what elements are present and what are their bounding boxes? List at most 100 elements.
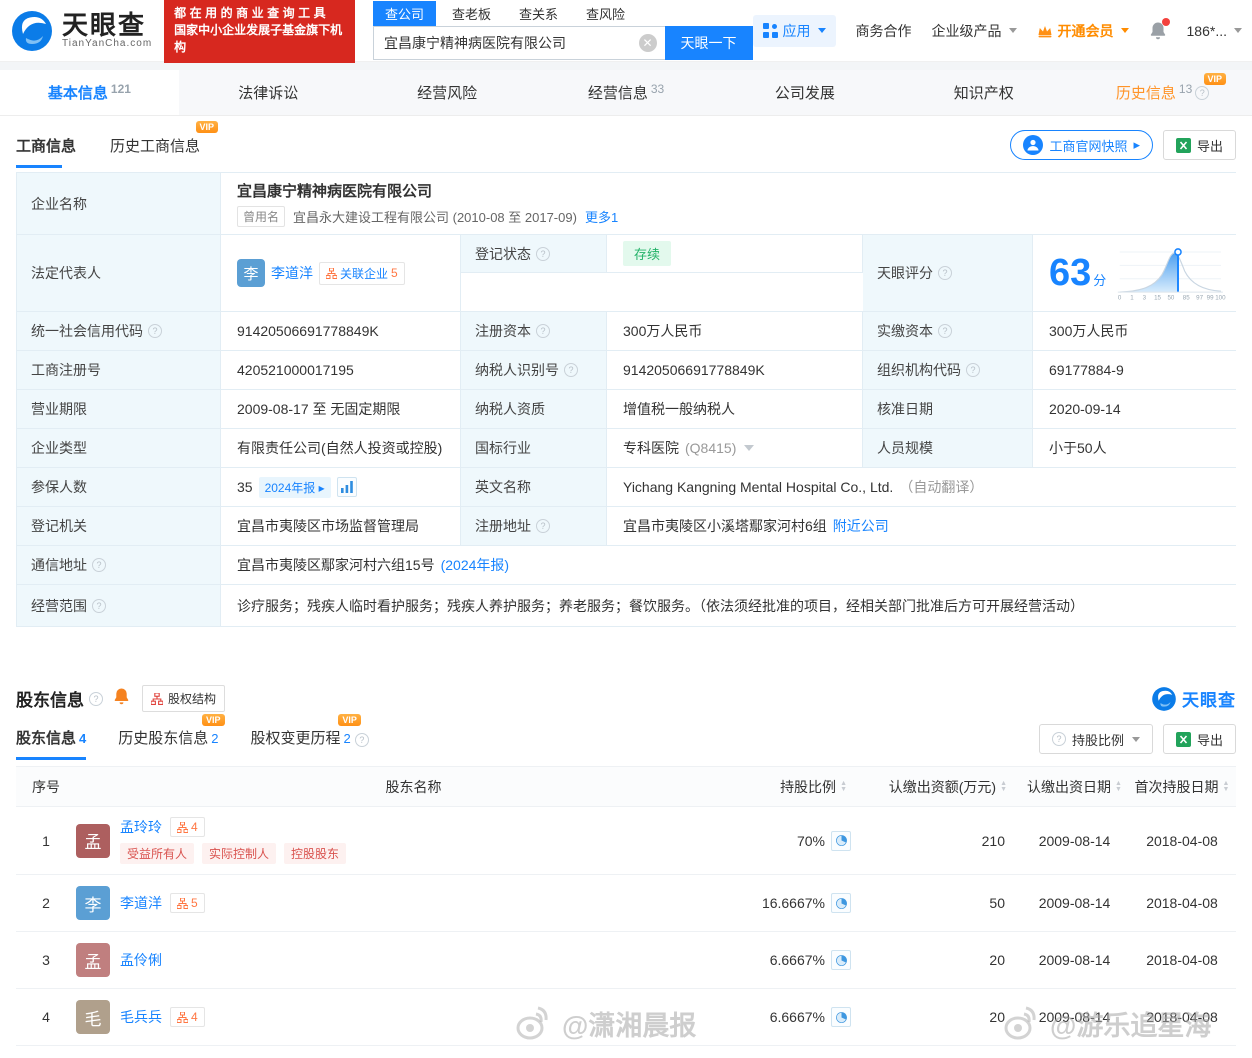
score-value: 63 — [1049, 252, 1092, 294]
related-badge[interactable]: 4 — [170, 817, 205, 837]
staff-size-value: 小于50人 — [1033, 429, 1237, 467]
legal-rep-name[interactable]: 李道洋 — [271, 263, 313, 283]
svg-text:99: 99 — [1207, 295, 1214, 302]
tianyancha-logo[interactable]: 天眼查 TianYanCha.com — [10, 9, 152, 53]
shareholder-avatar[interactable]: 孟 — [76, 823, 110, 858]
search-tab-risk[interactable]: 查风险 — [574, 1, 637, 26]
shareholder-table-header: 序号 股东名称 持股比例 ▲ ▼ 认缴出资额(万元) ▲ ▼ 认缴出资日期 ▲ ▼ 首次持股… — [16, 767, 1236, 807]
help-icon[interactable]: ? — [89, 691, 103, 706]
svg-text:3: 3 — [1143, 295, 1147, 302]
nav-cooperation[interactable]: 商务合作 — [856, 21, 912, 41]
help-icon[interactable]: ? — [1195, 85, 1210, 100]
shareholder-name[interactable]: 毛兵兵 — [120, 1007, 162, 1027]
shareholder-avatar[interactable]: 毛 — [76, 1000, 110, 1034]
pie-chart-icon[interactable] — [831, 893, 851, 913]
tag-beneficial-owner: 受益所有人 — [120, 843, 195, 864]
help-icon[interactable]: ? — [536, 324, 550, 338]
official-snapshot-button[interactable]: 工商官网快照 ▸ — [1010, 130, 1153, 160]
insured-count-label: 参保人数 — [17, 468, 221, 506]
help-icon[interactable]: ? — [536, 519, 550, 533]
search-button[interactable]: 天眼一下 — [664, 26, 753, 60]
separator — [0, 62, 1252, 70]
shareholder-name[interactable]: 孟伶俐 — [120, 950, 162, 970]
tab-intellectual-property[interactable]: 知识产权 — [894, 70, 1073, 115]
subscribed-amount: 50 — [989, 895, 1005, 911]
user-account[interactable]: 186*... — [1187, 23, 1242, 39]
mailing-address-value: 宜昌市夷陵区鄢家河村六组15号 — [237, 557, 435, 573]
related-badge[interactable]: 4 — [170, 1007, 205, 1027]
help-icon[interactable]: ? — [354, 733, 369, 747]
export-button[interactable]: 导出 — [1162, 724, 1236, 754]
tab-basic-info[interactable]: 基本信息 121 — [0, 70, 179, 115]
pie-chart-icon[interactable] — [831, 950, 851, 970]
sort-icon: ▲ ▼ — [1000, 779, 1007, 793]
legal-rep-cell: 李 李道洋 关联企业 5 — [221, 235, 461, 311]
search-tab-relation[interactable]: 查关系 — [507, 1, 570, 26]
reg-status-cell: 存续 — [607, 235, 863, 273]
nav-enterprise[interactable]: 企业级产品 — [932, 21, 1017, 41]
chevron-down-icon[interactable] — [744, 445, 755, 451]
monitor-bell-icon[interactable] — [113, 687, 130, 710]
pie-chart-icon[interactable] — [831, 1007, 851, 1027]
annual-report-link[interactable]: (2024年报) — [441, 555, 509, 575]
subtab-history-shareholders[interactable]: VIP 历史股东信息 2 — [118, 714, 225, 760]
col-first-holding-date[interactable]: 首次持股日期 ▲ ▼ — [1128, 777, 1236, 797]
col-subscribed-amount[interactable]: 认缴出资额(万元) ▲ ▼ — [861, 777, 1021, 797]
nav-apps[interactable]: 应用 — [752, 14, 836, 47]
help-icon[interactable]: ? — [966, 363, 980, 377]
tianyancha-logo-icon — [12, 10, 52, 51]
tab-history-info[interactable]: VIP 历史信息 13 ? — [1073, 70, 1252, 115]
nearby-companies-link[interactable]: 附近公司 — [833, 516, 889, 536]
help-icon[interactable]: ? — [938, 324, 952, 338]
holding-ratio-button[interactable]: ? 持股比例 — [1038, 724, 1153, 754]
related-companies-badge[interactable]: 关联企业 5 — [319, 261, 405, 285]
pie-chart-icon[interactable] — [831, 830, 851, 851]
more-link[interactable]: 更多1 — [585, 207, 618, 226]
search-tabs: 查公司 查老板 查关系 查风险 — [372, 1, 753, 26]
help-icon[interactable]: ? — [92, 598, 106, 613]
subtab-shareholders[interactable]: 股东信息 4 — [16, 727, 87, 760]
subtab-business-info[interactable]: 工商信息 — [16, 135, 76, 168]
tab-legal-proceedings[interactable]: 法律诉讼 — [179, 70, 358, 115]
tab-operation-info[interactable]: 经营信息 33 — [537, 70, 716, 115]
equity-structure-button[interactable]: 股权结构 — [142, 685, 226, 712]
subscribed-amount: 20 — [989, 1009, 1005, 1025]
trend-chart-icon[interactable] — [336, 477, 357, 497]
holding-ratio: 16.6667% — [761, 895, 825, 911]
registration-authority-value: 宜昌市夷陵区市场监督管理局 — [221, 507, 461, 545]
search-tab-boss[interactable]: 查老板 — [440, 1, 503, 26]
business-term-label: 营业期限 — [17, 390, 221, 428]
legal-rep-avatar[interactable]: 李 — [237, 259, 265, 287]
help-icon[interactable]: ? — [938, 266, 952, 280]
help-icon[interactable]: ? — [148, 324, 162, 338]
clear-icon[interactable]: ✕ — [638, 34, 657, 52]
tag-actual-controller: 实际控制人 — [202, 843, 277, 864]
annual-report-pill[interactable]: 2024年报 ▸ — [258, 476, 331, 498]
shareholder-name[interactable]: 李道洋 — [120, 893, 162, 913]
tab-company-development[interactable]: 公司发展 — [715, 70, 894, 115]
help-icon[interactable]: ? — [536, 246, 550, 261]
search-tab-company[interactable]: 查公司 — [372, 1, 436, 26]
company-tab-bar: 基本信息 121 法律诉讼 经营风险 经营信息 33 公司发展 知识产权 VIP 历… — [0, 70, 1252, 116]
subtab-equity-change-history[interactable]: VIP 股权变更历程 2 ? — [251, 714, 369, 760]
notification-bell[interactable] — [1149, 18, 1170, 40]
subscribed-date: 2009-08-14 — [1038, 1009, 1111, 1025]
export-button[interactable]: 导出 — [1162, 130, 1236, 160]
col-subscribed-date[interactable]: 认缴出资日期 ▲ ▼ — [1021, 777, 1128, 797]
subtab-history-business-info[interactable]: VIP 历史工商信息 — [110, 121, 219, 168]
staff-size-label: 人员规模 — [863, 429, 1033, 467]
notification-dot — [1161, 18, 1170, 26]
shareholder-avatar[interactable]: 李 — [76, 886, 110, 920]
registered-address-value: 宜昌市夷陵区小溪塔鄢家河村6组 — [623, 518, 827, 534]
nav-open-vip[interactable]: 开通会员 — [1037, 21, 1129, 41]
help-icon[interactable]: ? — [564, 363, 578, 377]
insured-count-cell: 35 2024年报 ▸ — [221, 468, 461, 506]
shareholder-name[interactable]: 孟玲玲 — [120, 817, 162, 837]
company-type-value: 有限责任公司(自然人投资或控股) — [221, 429, 461, 467]
related-badge[interactable]: 5 — [170, 893, 205, 913]
help-icon[interactable]: ? — [92, 558, 106, 572]
search-input[interactable] — [372, 26, 665, 60]
shareholder-avatar[interactable]: 孟 — [76, 943, 110, 977]
col-ratio[interactable]: 持股比例 ▲ ▼ — [751, 777, 861, 797]
tab-operation-risk[interactable]: 经营风险 — [358, 70, 537, 115]
